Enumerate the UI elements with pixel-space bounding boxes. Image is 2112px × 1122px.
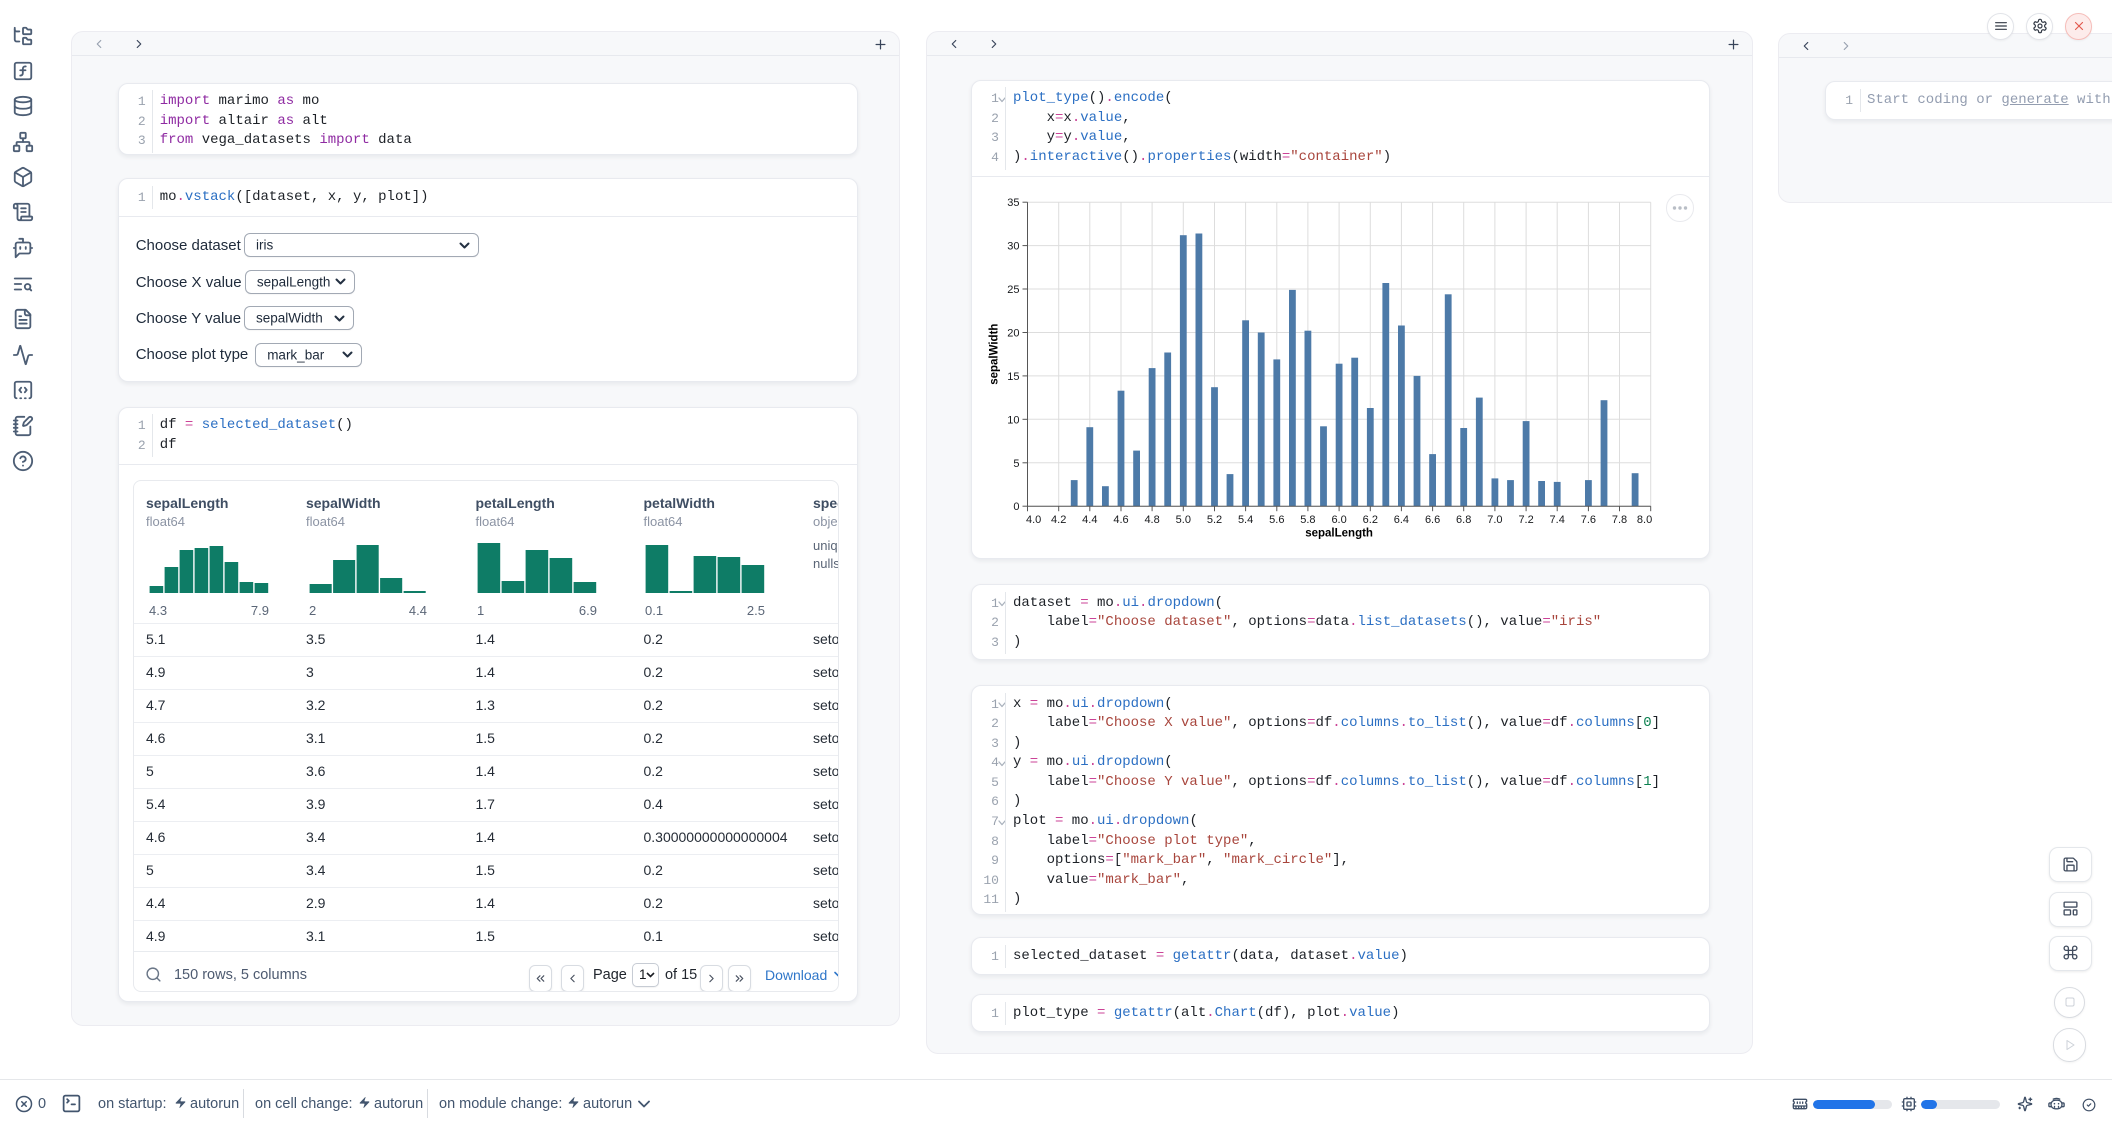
svg-text:0: 0	[1013, 501, 1019, 513]
svg-text:6.6: 6.6	[1425, 514, 1440, 526]
svg-text:6.8: 6.8	[1456, 514, 1471, 526]
svg-text:20: 20	[1007, 327, 1019, 339]
svg-text:4.0: 4.0	[1026, 514, 1041, 526]
svg-text:5.6: 5.6	[1269, 514, 1284, 526]
svg-text:4.6: 4.6	[1113, 514, 1128, 526]
svg-text:5.4: 5.4	[1238, 514, 1253, 526]
svg-text:10: 10	[1007, 414, 1019, 426]
svg-text:5.8: 5.8	[1300, 514, 1315, 526]
svg-text:4.4: 4.4	[1082, 514, 1097, 526]
svg-text:7.2: 7.2	[1518, 514, 1533, 526]
svg-text:7.6: 7.6	[1581, 514, 1596, 526]
svg-text:35: 35	[1007, 197, 1019, 209]
svg-text:15: 15	[1007, 371, 1019, 383]
svg-text:sepalLength: sepalLength	[1305, 527, 1373, 539]
svg-text:30: 30	[1007, 240, 1019, 252]
svg-text:7.8: 7.8	[1612, 514, 1627, 526]
svg-text:6.0: 6.0	[1331, 514, 1346, 526]
svg-text:7.4: 7.4	[1550, 514, 1565, 526]
svg-text:4.8: 4.8	[1144, 514, 1159, 526]
svg-text:6.2: 6.2	[1363, 514, 1378, 526]
svg-text:25: 25	[1007, 284, 1019, 296]
svg-text:sepalWidth: sepalWidth	[988, 323, 1000, 384]
svg-text:8.0: 8.0	[1637, 514, 1652, 526]
svg-text:5.2: 5.2	[1207, 514, 1222, 526]
svg-text:4.2: 4.2	[1051, 514, 1066, 526]
svg-text:5.0: 5.0	[1176, 514, 1191, 526]
svg-text:5: 5	[1013, 458, 1019, 470]
svg-text:6.4: 6.4	[1394, 514, 1409, 526]
svg-text:7.0: 7.0	[1487, 514, 1502, 526]
